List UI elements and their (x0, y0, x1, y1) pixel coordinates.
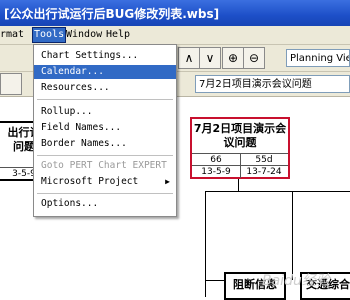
menu-item-label: Border Names... (41, 138, 127, 149)
menu-item-label: Field Names... (41, 122, 122, 133)
menu-item-label: Resources... (41, 82, 110, 93)
connector-line (292, 191, 293, 280)
menu-bar: rmat Tools Window Help (0, 26, 350, 45)
zoom-in-icon[interactable]: ⊕ (222, 47, 244, 69)
task-icon[interactable] (0, 73, 22, 95)
menu-tools[interactable]: Tools (32, 27, 67, 43)
window-title: [公众出行试运行后BUG修改列表.wbs] (4, 7, 220, 21)
menu-item-options[interactable]: Options... (34, 197, 176, 211)
collapse-up-button[interactable]: ∧ (178, 47, 200, 69)
menu-item-label: Chart Settings... (41, 50, 139, 61)
menu-separator (37, 99, 173, 100)
menu-item-chart-settings[interactable]: Chart Settings... (34, 49, 176, 63)
menu-item-label: Goto PERT Chart EXPERT (41, 160, 167, 171)
menu-item-label: Microsoft Project (41, 176, 139, 187)
menu-item-microsoft-project[interactable]: Microsoft Project ▶ (34, 175, 176, 189)
node-start: 13-5-9 (192, 165, 241, 178)
task-name-combo[interactable]: 7月2日项目演示会议问题 (195, 75, 350, 93)
menu-item-rollup[interactable]: Rollup... (34, 105, 176, 119)
menu-item-border-names[interactable]: Border Names... (34, 137, 176, 151)
connector-line (205, 191, 206, 297)
menu-item-label: Rollup... (41, 106, 93, 117)
menu-separator (37, 193, 173, 194)
menu-item-goto-pert: Goto PERT Chart EXPERT (34, 159, 176, 173)
title-bar: [公众出行试运行后BUG修改列表.wbs] (0, 0, 350, 26)
expand-down-button[interactable]: ∨ (199, 47, 221, 69)
menu-item-resources[interactable]: Resources... (34, 81, 176, 95)
menu-item-label: Calendar... (41, 66, 104, 77)
selected-task-node[interactable]: 7月2日项目演示会 议问题 66 55d 13-5-9 13-7-24 (190, 117, 290, 179)
menu-item-field-names[interactable]: Field Names... (34, 121, 176, 135)
menu-window[interactable]: Window (66, 28, 102, 42)
tools-dropdown-menu: Chart Settings... Calendar... Resources.… (33, 44, 177, 217)
node-finish: 13-7-24 (240, 165, 288, 178)
menu-separator (37, 155, 173, 156)
menu-help[interactable]: Help (106, 28, 130, 42)
view-combo[interactable]: Planning Vie (286, 49, 350, 67)
connector-line (238, 179, 239, 191)
menu-item-calendar[interactable]: Calendar... (34, 65, 176, 79)
watermark: Baidu经验 (262, 273, 330, 289)
submenu-arrow-icon: ▶ (165, 177, 170, 186)
zoom-out-icon[interactable]: ⊖ (243, 47, 265, 69)
menu-format[interactable]: rmat (0, 28, 24, 42)
connector-line (205, 191, 350, 192)
menu-item-label: Options... (41, 198, 99, 209)
connector-line (205, 280, 225, 281)
node-title-line2: 议问题 (223, 136, 257, 149)
node-title-line1: 7月2日项目演示会 (193, 122, 287, 135)
